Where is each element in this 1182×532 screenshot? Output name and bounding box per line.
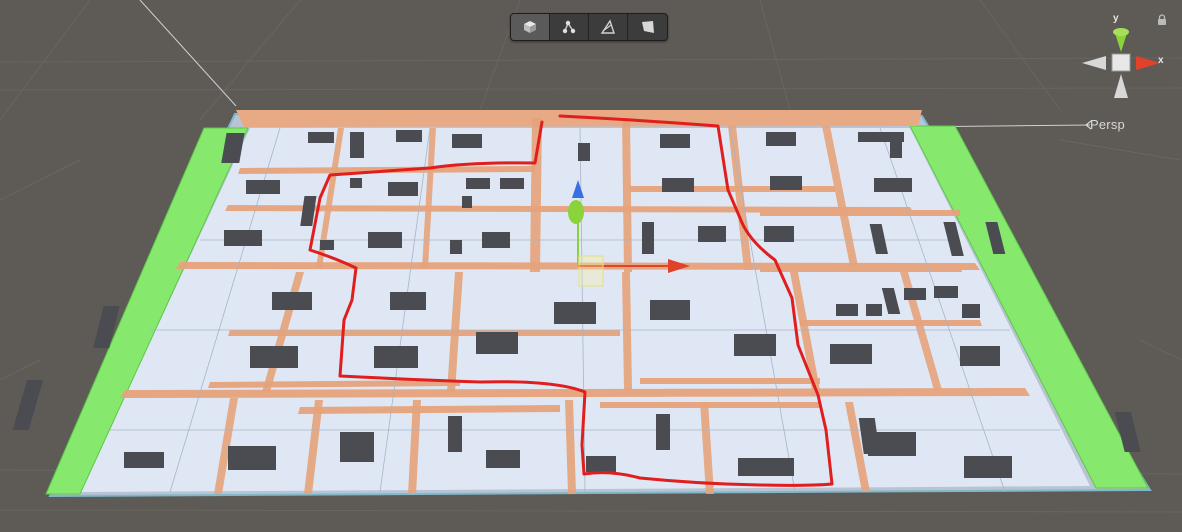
desk[interactable] bbox=[656, 414, 670, 450]
desk[interactable] bbox=[830, 344, 872, 364]
desk[interactable] bbox=[500, 178, 524, 189]
desk[interactable] bbox=[554, 302, 596, 324]
projection-label[interactable]: Persp bbox=[1090, 117, 1125, 132]
desk[interactable] bbox=[650, 300, 690, 320]
desk[interactable] bbox=[698, 226, 726, 242]
triangle-path-icon bbox=[600, 19, 615, 34]
gizmo-y-label: y bbox=[1113, 13, 1119, 24]
nodes-icon bbox=[562, 20, 576, 34]
desk[interactable] bbox=[124, 452, 164, 468]
desk[interactable] bbox=[224, 230, 262, 246]
desk[interactable] bbox=[904, 288, 926, 300]
desk[interactable] bbox=[660, 134, 690, 148]
desk[interactable] bbox=[476, 332, 518, 354]
desk[interactable] bbox=[866, 304, 882, 316]
desk[interactable] bbox=[770, 176, 802, 190]
gizmo-x-label: x bbox=[1158, 55, 1164, 66]
desk[interactable] bbox=[272, 292, 312, 310]
desk[interactable] bbox=[350, 178, 362, 188]
desk[interactable] bbox=[340, 432, 374, 462]
desk[interactable] bbox=[482, 232, 510, 248]
desk[interactable] bbox=[374, 346, 418, 368]
cube-icon bbox=[524, 21, 536, 33]
desk[interactable] bbox=[368, 232, 402, 248]
surface-tool-button[interactable] bbox=[628, 14, 667, 40]
desk[interactable] bbox=[836, 304, 858, 316]
desk[interactable] bbox=[874, 178, 912, 192]
desk[interactable] bbox=[320, 240, 334, 250]
gizmo-center-cube[interactable] bbox=[1111, 53, 1131, 72]
desk[interactable] bbox=[12, 380, 44, 430]
desk[interactable] bbox=[466, 178, 490, 189]
desk[interactable] bbox=[228, 446, 276, 470]
desk[interactable] bbox=[462, 196, 472, 208]
desk[interactable] bbox=[250, 346, 298, 368]
desk[interactable] bbox=[308, 132, 334, 143]
desk[interactable] bbox=[934, 286, 958, 298]
desk[interactable] bbox=[734, 334, 776, 356]
desk[interactable] bbox=[890, 132, 902, 158]
top-wall bbox=[236, 110, 922, 127]
desk[interactable] bbox=[388, 182, 418, 196]
scene-viewport[interactable] bbox=[0, 0, 1182, 532]
desk[interactable] bbox=[962, 304, 980, 318]
desk[interactable] bbox=[586, 456, 616, 472]
desk[interactable] bbox=[452, 134, 482, 148]
scene-toolbar bbox=[510, 13, 668, 41]
desk[interactable] bbox=[390, 292, 426, 310]
floor-plan[interactable] bbox=[45, 110, 1152, 498]
quad-plane-icon bbox=[641, 21, 654, 33]
desk[interactable] bbox=[350, 132, 364, 158]
desk[interactable] bbox=[964, 456, 1012, 478]
desk[interactable] bbox=[764, 226, 794, 242]
gizmo-center-plane[interactable] bbox=[578, 255, 604, 287]
desk[interactable] bbox=[960, 346, 1000, 366]
orientation-gizmo[interactable] bbox=[1078, 14, 1164, 102]
desk[interactable] bbox=[738, 458, 794, 476]
desk[interactable] bbox=[766, 132, 796, 146]
desk[interactable] bbox=[396, 130, 422, 142]
desk[interactable] bbox=[450, 240, 462, 254]
desk[interactable] bbox=[578, 143, 590, 161]
gizmo-y-handle[interactable] bbox=[568, 200, 584, 224]
gizmo-neg-x-cone[interactable] bbox=[1082, 56, 1106, 70]
gizmo-neg-y-cone[interactable] bbox=[1114, 74, 1128, 98]
desk[interactable] bbox=[642, 222, 654, 254]
shaded-mode-button[interactable] bbox=[511, 14, 550, 40]
desk[interactable] bbox=[448, 416, 462, 452]
desk[interactable] bbox=[486, 450, 520, 468]
desk[interactable] bbox=[662, 178, 694, 192]
desk[interactable] bbox=[868, 432, 916, 456]
desk[interactable] bbox=[246, 180, 280, 194]
nav-graph-button[interactable] bbox=[550, 14, 589, 40]
path-tool-button[interactable] bbox=[589, 14, 628, 40]
gizmo-x-cone[interactable] bbox=[1136, 56, 1160, 70]
